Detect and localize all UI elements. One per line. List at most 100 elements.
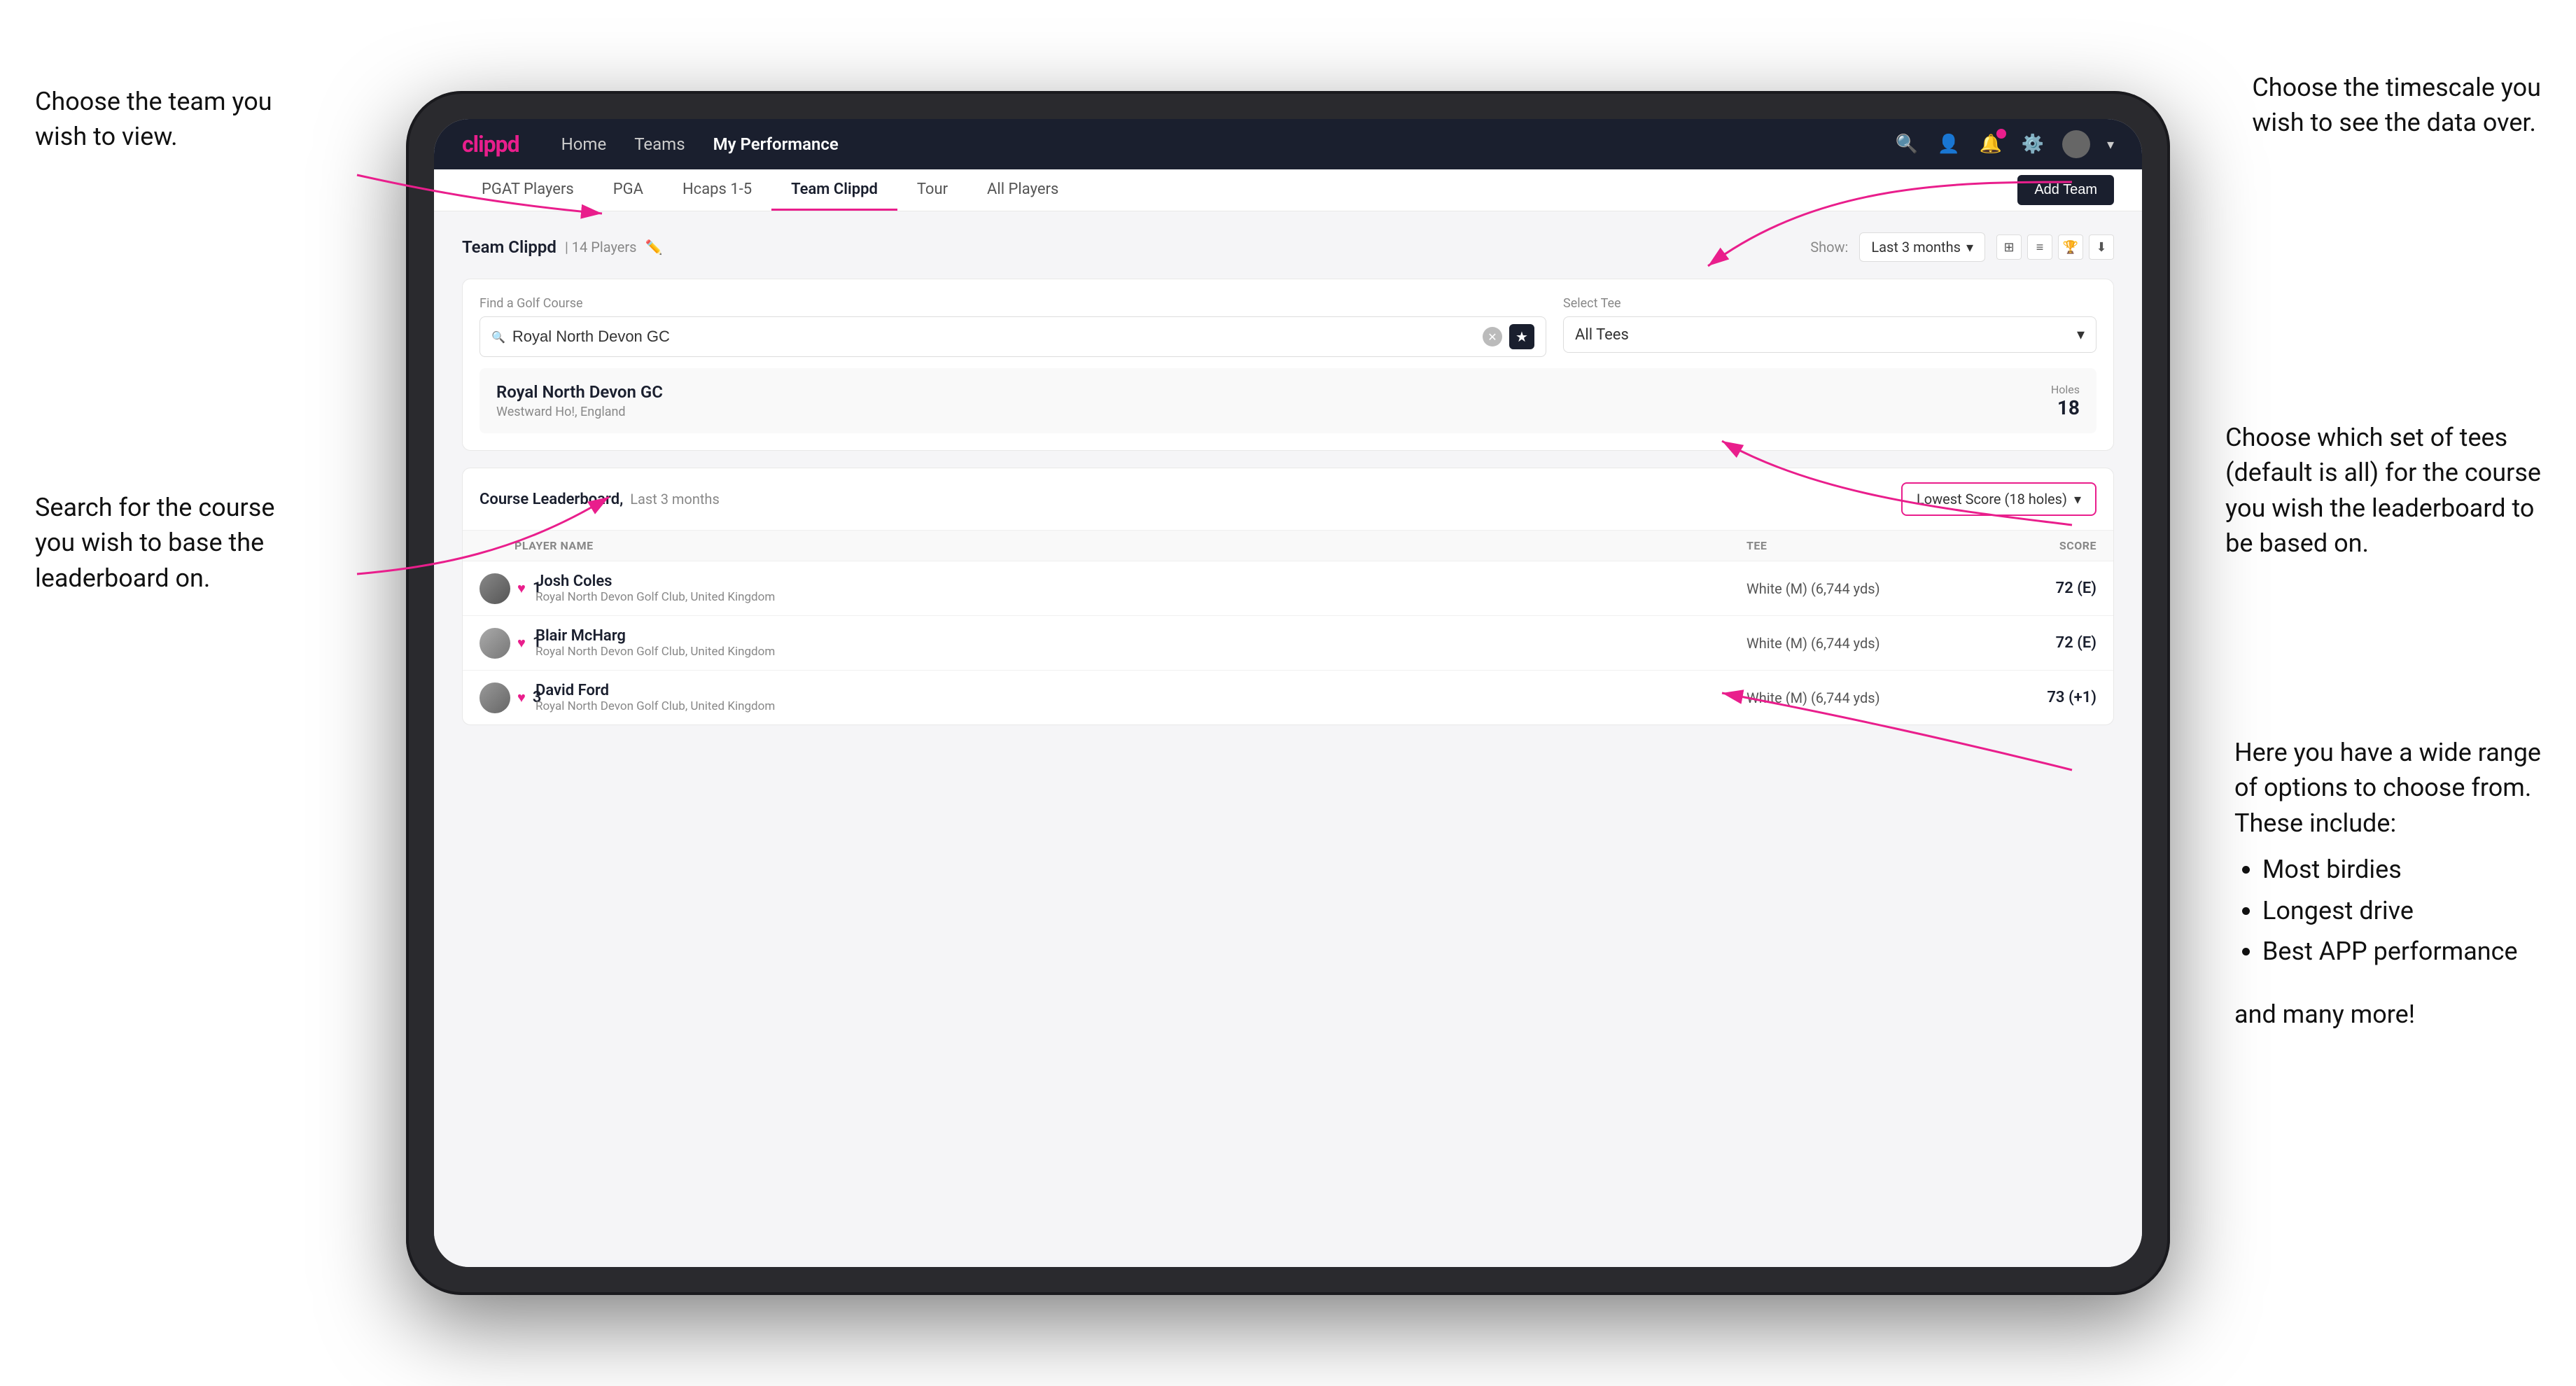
users-icon[interactable]: 👤 (1936, 132, 1961, 157)
score-cell-3: 73 (+1) (1956, 689, 2096, 706)
team-count: | 14 Players (565, 239, 637, 255)
col-player-name: PLAYER NAME (479, 539, 1746, 552)
settings-icon[interactable]: ⚙️ (2020, 132, 2045, 157)
search-section: Find a Golf Course 🔍 ✕ ★ Select Tee (462, 279, 2114, 451)
player-club-1: Royal North Devon Golf Club, United King… (536, 590, 775, 604)
add-team-button[interactable]: Add Team (2017, 175, 2114, 205)
annotation-top-right: Choose the timescale youwish to see the … (2252, 70, 2541, 141)
annotation-middle-right: Choose which set of tees(default is all)… (2225, 420, 2541, 561)
list-view-button[interactable]: ≡ (2027, 234, 2052, 260)
show-label: Show: (1810, 239, 1848, 255)
download-button[interactable]: ⬇ (2089, 234, 2114, 260)
player-avatar-3 (479, 682, 510, 713)
leaderboard-header: Course Leaderboard, Last 3 months Lowest… (463, 468, 2113, 531)
tab-all-players[interactable]: All Players (967, 169, 1078, 211)
course-result-name: Royal North Devon GC (496, 382, 663, 402)
bullet-2: Longest drive (2262, 893, 2541, 928)
find-course-label: Find a Golf Course (479, 296, 1546, 311)
course-search-input[interactable] (512, 328, 1476, 346)
dropdown-chevron: ▾ (1966, 239, 1973, 255)
heart-icon-3[interactable]: ♥ (517, 689, 526, 706)
edit-team-icon[interactable]: ✏️ (645, 239, 663, 255)
grid-view-button[interactable]: ⊞ (1996, 234, 2022, 260)
table-row: ♥ 3 David Ford Royal North Devon Golf Cl… (463, 671, 2113, 724)
notification-icon[interactable]: 🔔 (1978, 132, 2003, 157)
trophy-button[interactable]: 🏆 (2058, 234, 2083, 260)
search-magnify-icon: 🔍 (491, 330, 505, 344)
nav-my-performance[interactable]: My Performance (713, 134, 839, 154)
app-logo: clippd (462, 131, 519, 158)
sub-nav: PGAT Players PGA Hcaps 1-5 Team Clippd T… (434, 169, 2142, 211)
col-score: SCORE (1956, 539, 2096, 552)
course-result-location: Westward Ho!, England (496, 405, 663, 419)
score-cell-1: 72 (E) (1956, 580, 2096, 597)
bullet-1: Most birdies (2262, 852, 2541, 887)
main-content: Team Clippd | 14 Players ✏️ Show: Last 3… (434, 211, 2142, 1267)
table-row: ♥ 1 Josh Coles Royal North Devon Golf Cl… (463, 561, 2113, 616)
tee-cell-1: White (M) (6,744 yds) (1746, 580, 1956, 597)
nav-home[interactable]: Home (561, 134, 607, 154)
player-avatar-2 (479, 628, 510, 659)
course-info: Royal North Devon GC Westward Ho!, Engla… (496, 382, 663, 419)
table-row: ♥ 1 Blair McHarg Royal North Devon Golf … (463, 616, 2113, 671)
col-tee: TEE (1746, 539, 1956, 552)
select-tee-label: Select Tee (1563, 296, 2096, 311)
search-row: Find a Golf Course 🔍 ✕ ★ Select Tee (479, 296, 2096, 357)
search-icon[interactable]: 🔍 (1894, 132, 1919, 157)
tab-team-clippd[interactable]: Team Clippd (771, 169, 897, 211)
leaderboard-title-wrap: Course Leaderboard, Last 3 months (479, 491, 720, 508)
nav-links: Home Teams My Performance (561, 134, 1894, 154)
team-header: Team Clippd | 14 Players ✏️ Show: Last 3… (462, 232, 2114, 262)
tee-value: All Tees (1575, 326, 1629, 344)
annotation-lower-right: Here you have a wide rangeof options to … (2234, 735, 2541, 1032)
tee-cell-3: White (M) (6,744 yds) (1746, 690, 1956, 706)
rank-cell-1: ♥ 1 (479, 573, 536, 604)
player-avatar-1 (479, 573, 510, 604)
score-type-dropdown[interactable]: Lowest Score (18 holes) ▾ (1901, 482, 2096, 516)
tablet-screen: clippd Home Teams My Performance 🔍 👤 🔔 ⚙… (434, 119, 2142, 1267)
holes-number: 18 (2051, 396, 2080, 419)
annotation-top-left: Choose the team youwish to view. (35, 84, 272, 155)
top-nav: clippd Home Teams My Performance 🔍 👤 🔔 ⚙… (434, 119, 2142, 169)
tab-pgat-players[interactable]: PGAT Players (462, 169, 594, 211)
player-name-2: Blair McHarg (536, 627, 775, 645)
tee-dropdown[interactable]: All Tees ▾ (1563, 316, 2096, 353)
sub-nav-tabs: PGAT Players PGA Hcaps 1-5 Team Clippd T… (462, 169, 1078, 211)
nav-right-icons: 🔍 👤 🔔 ⚙️ ▾ (1894, 130, 2114, 158)
score-type-value: Lowest Score (18 holes) (1917, 491, 2067, 507)
course-result[interactable]: Royal North Devon GC Westward Ho!, Engla… (479, 368, 2096, 433)
player-info-2: Blair McHarg Royal North Devon Golf Club… (536, 627, 1746, 659)
tablet-frame: clippd Home Teams My Performance 🔍 👤 🔔 ⚙… (406, 91, 2170, 1295)
course-search-group: Find a Golf Course 🔍 ✕ ★ (479, 296, 1546, 357)
avatar-chevron[interactable]: ▾ (2107, 136, 2114, 153)
and-more-text: and many more! (2234, 997, 2541, 1032)
favorite-button[interactable]: ★ (1509, 324, 1534, 349)
clear-search-button[interactable]: ✕ (1483, 327, 1502, 346)
nav-teams[interactable]: Teams (634, 134, 685, 154)
holes-label: Holes (2051, 383, 2080, 396)
leaderboard-subtitle: Last 3 months (630, 491, 720, 507)
player-name-1: Josh Coles (536, 573, 775, 590)
time-period-value: Last 3 months (1871, 239, 1961, 255)
heart-icon-2[interactable]: ♥ (517, 634, 526, 652)
user-avatar[interactable] (2062, 130, 2090, 158)
leaderboard-section: Course Leaderboard, Last 3 months Lowest… (462, 468, 2114, 725)
player-club-3: Royal North Devon Golf Club, United King… (536, 699, 775, 713)
team-name: Team Clippd (462, 237, 556, 257)
tee-chevron: ▾ (2077, 326, 2085, 344)
bullet-3: Best APP performance (2262, 934, 2541, 969)
heart-icon-1[interactable]: ♥ (517, 580, 526, 597)
score-cell-2: 72 (E) (1956, 634, 2096, 652)
tab-pga[interactable]: PGA (594, 169, 663, 211)
app-container: clippd Home Teams My Performance 🔍 👤 🔔 ⚙… (434, 119, 2142, 1267)
show-controls: Show: Last 3 months ▾ ⊞ ≡ 🏆 ⬇ (1810, 232, 2114, 262)
score-dropdown-chevron: ▾ (2074, 491, 2081, 507)
tab-hcaps[interactable]: Hcaps 1-5 (663, 169, 771, 211)
tee-cell-2: White (M) (6,744 yds) (1746, 635, 1956, 652)
annotation-bottom-left: Search for the courseyou wish to base th… (35, 490, 274, 596)
holes-badge: Holes 18 (2051, 383, 2080, 419)
tab-tour[interactable]: Tour (897, 169, 967, 211)
course-search-input-wrap: 🔍 ✕ ★ (479, 316, 1546, 357)
time-period-dropdown[interactable]: Last 3 months ▾ (1859, 232, 1985, 262)
player-info-3: David Ford Royal North Devon Golf Club, … (536, 682, 1746, 713)
